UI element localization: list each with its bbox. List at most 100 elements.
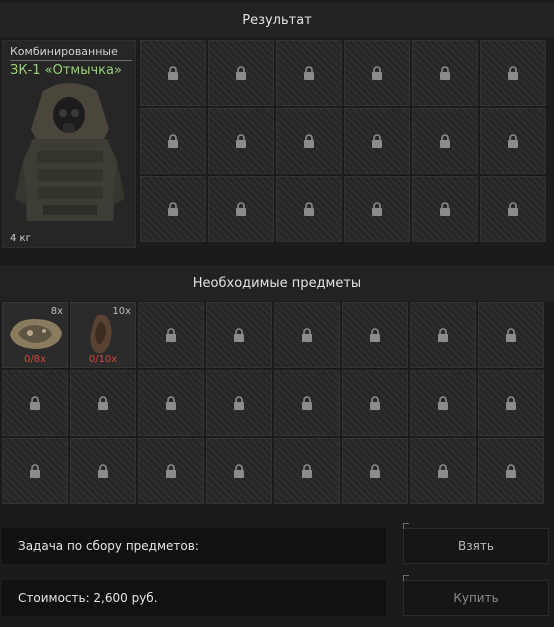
locked-slot [412,176,478,242]
locked-slot [342,438,408,504]
lock-icon [302,396,312,410]
locked-slot [480,108,546,174]
ore-chunk-icon [10,319,62,349]
locked-slot [342,370,408,436]
result-item-card[interactable]: Комбинированные ЗК-1 «Отмычка» 4 кг [2,40,136,248]
required-header: Необходимые предметы [0,265,554,301]
locked-slot [208,176,274,242]
lock-icon [372,202,382,216]
buy-button-label: Купить [453,591,499,605]
lock-icon [304,66,314,80]
locked-slot [412,40,478,106]
lock-icon [234,464,244,478]
locked-slot [480,176,546,242]
required-quantity: 10x [112,306,131,317]
locked-slot [276,40,342,106]
required-item-slot[interactable]: 8x 0/8x [2,302,68,368]
locked-slot [274,370,340,436]
locked-slot [478,370,544,436]
lock-icon [372,66,382,80]
result-item-weight: 4 кг [10,233,31,244]
locked-slot [2,370,68,436]
lock-icon [508,66,518,80]
lock-icon [440,202,450,216]
lock-icon [168,66,178,80]
lock-icon [236,134,246,148]
locked-slot [140,40,206,106]
result-header: Результат [0,2,554,38]
locked-slot [140,176,206,242]
locked-slot [274,438,340,504]
locked-slot [274,302,340,368]
category-underline [10,60,132,61]
lock-icon [370,464,380,478]
lock-icon [438,464,448,478]
locked-slot [276,176,342,242]
required-slot-grid: 8x 0/8x 10x 0/10x [2,302,544,504]
cost-label: Стоимость: 2,600 руб. [18,591,158,605]
result-title: Результат [242,12,312,28]
required-have-count: 0/10x [88,354,118,365]
lock-icon [506,464,516,478]
lock-icon [302,328,312,342]
locked-slot [344,40,410,106]
armor-vest-icon [15,83,125,221]
lock-icon [234,328,244,342]
required-have-count: 0/8x [23,354,46,365]
lock-icon [98,464,108,478]
buy-button[interactable]: Купить [403,575,549,616]
cost-box: Стоимость: 2,600 руб. [2,580,386,616]
lock-icon [438,328,448,342]
locked-slot [342,302,408,368]
lock-icon [506,328,516,342]
locked-slot [206,302,272,368]
result-slot-grid [140,40,546,242]
locked-slot [138,302,204,368]
crafting-panel: Результат Комбинированные ЗК-1 «Отмычка»… [0,0,554,627]
lock-icon [236,66,246,80]
locked-slot [206,438,272,504]
lock-icon [508,134,518,148]
result-item-category: Комбинированные [10,45,118,58]
locked-slot [208,108,274,174]
lock-icon [166,396,176,410]
lock-icon [506,396,516,410]
locked-slot [2,438,68,504]
locked-slot [208,40,274,106]
task-box: Задача по сбору предметов: [2,528,386,564]
locked-slot [140,108,206,174]
lock-icon [302,464,312,478]
lock-icon [30,464,40,478]
lock-icon [304,134,314,148]
required-item-slot[interactable]: 10x 0/10x [70,302,136,368]
lock-icon [168,202,178,216]
locked-slot [480,40,546,106]
locked-slot [410,370,476,436]
lock-icon [370,328,380,342]
lock-icon [30,396,40,410]
locked-slot [410,302,476,368]
lock-icon [98,396,108,410]
lock-icon [438,396,448,410]
take-button[interactable]: Взять [403,523,549,564]
locked-slot [344,176,410,242]
locked-slot [138,438,204,504]
lock-icon [236,202,246,216]
button-corner-mark [403,523,409,529]
result-item-name: ЗК-1 «Отмычка» [10,63,122,78]
lock-icon [166,328,176,342]
locked-slot [478,438,544,504]
hide-scrap-icon [90,314,112,354]
take-button-label: Взять [458,539,494,553]
locked-slot [206,370,272,436]
lock-icon [168,134,178,148]
lock-icon [440,66,450,80]
required-quantity: 8x [50,306,63,317]
locked-slot [478,302,544,368]
lock-icon [166,464,176,478]
lock-icon [370,396,380,410]
locked-slot [412,108,478,174]
task-label: Задача по сбору предметов: [18,539,199,553]
required-title: Необходимые предметы [192,275,362,291]
locked-slot [344,108,410,174]
